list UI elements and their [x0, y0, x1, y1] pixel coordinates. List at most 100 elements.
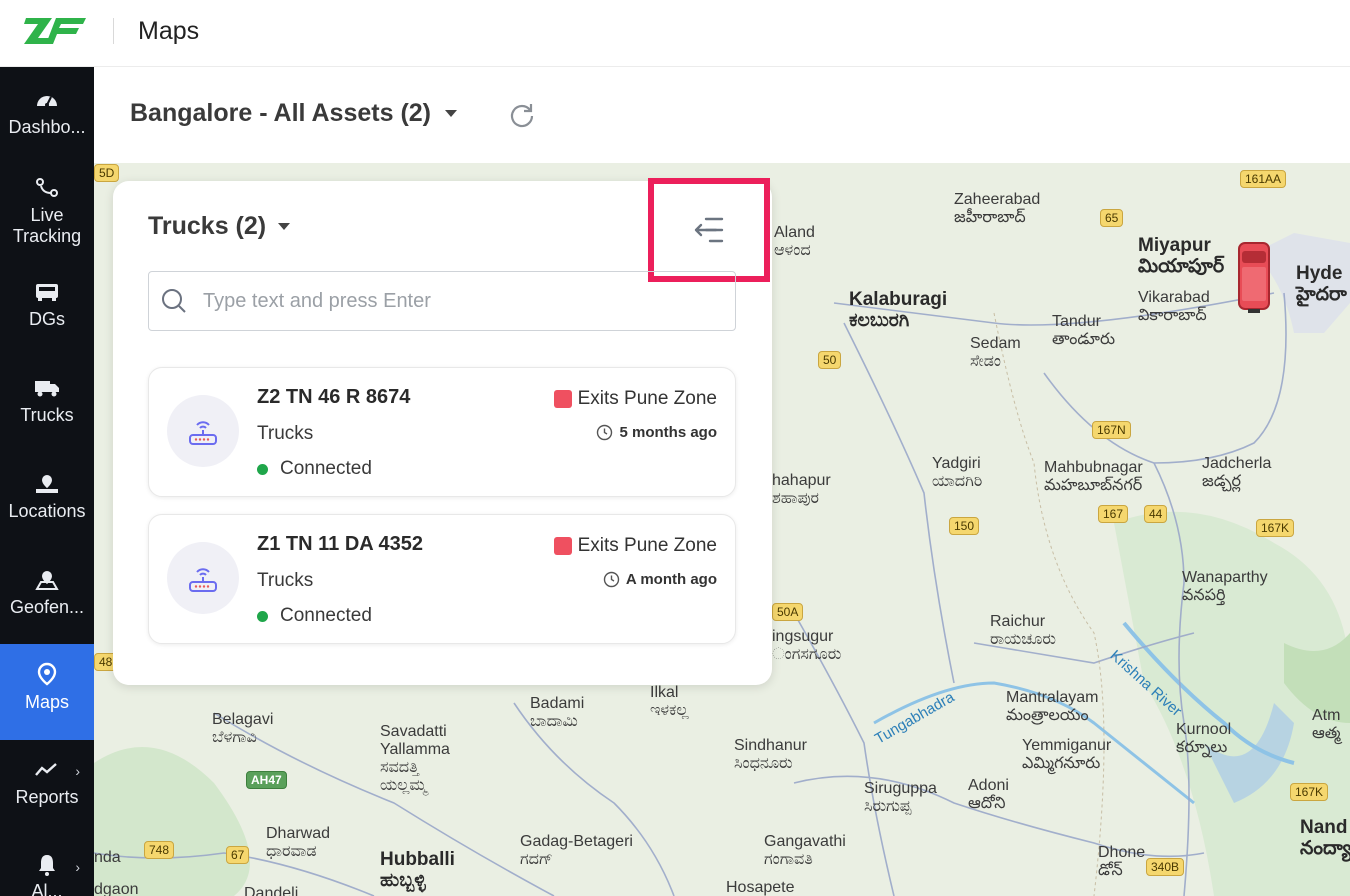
- status-label: Connected: [280, 458, 372, 479]
- map-label: Nand నంద్యా: [1300, 817, 1350, 859]
- sidebar-item-dashboard[interactable]: Dashbo...: [0, 87, 94, 163]
- map-label: Ilkal ಇಳಕಲ್ಲ: [650, 684, 689, 719]
- sidebar-item-trucks[interactable]: Trucks: [0, 375, 94, 445]
- map-label: Raichur ರಾಯಚೂರು: [990, 613, 1056, 648]
- map-label: Dandeli: [244, 885, 299, 896]
- highway-shield: 161AA: [1240, 170, 1287, 188]
- time-label: 5 months ago: [619, 424, 717, 441]
- sidebar-item-label: Live Tracking: [12, 205, 82, 246]
- map-label: Sedam ಸೇಡಂ: [970, 335, 1021, 370]
- event-label: Exits Pune Zone: [577, 535, 717, 556]
- geofence-exit-icon: [553, 537, 572, 555]
- map-label: Belagavi ಬೆಳಗಾವಿ: [212, 711, 274, 746]
- asset-type: Trucks: [257, 423, 314, 444]
- map-label: Hubballi ಹುಬ್ಬಳ್ಳಿ: [380, 849, 455, 891]
- router-icon: [189, 421, 217, 445]
- status-dot-icon: [257, 610, 268, 622]
- device-avatar: [167, 542, 239, 614]
- sidebar-item-label: Al...: [31, 881, 63, 896]
- refresh-icon[interactable]: [508, 101, 536, 129]
- sidebar-item-dgs[interactable]: DGs: [0, 279, 94, 349]
- map-header: Bangalore - All Assets (2): [94, 67, 1350, 163]
- device-avatar: [167, 395, 239, 467]
- asset-card[interactable]: Z1 TN 11 DA 4352 Trucks Connected Exits …: [148, 514, 736, 644]
- asset-type-dropdown[interactable]: Trucks (2): [148, 212, 291, 241]
- map-label: ingsugur ಂಗಸಗೂರು: [772, 628, 842, 663]
- connection-status: Connected: [257, 458, 372, 480]
- search-input[interactable]: [203, 289, 723, 313]
- search-icon: [162, 289, 186, 313]
- search-box: [148, 271, 736, 331]
- sidebar-item-geofences[interactable]: Geofen...: [0, 567, 94, 637]
- sidebar-item-locations[interactable]: Locations: [0, 471, 94, 541]
- geofence-exit-icon: [553, 390, 572, 408]
- map-label: Gangavathi ಗಂಗಾವತಿ: [764, 833, 846, 868]
- sidebar: Dashbo... Live Tracking DGs Trucks Locat…: [0, 67, 94, 896]
- truck-icon: [34, 375, 60, 401]
- sidebar-item-label: Trucks: [20, 405, 74, 425]
- status-dot-icon: [257, 463, 268, 475]
- highway-shield: 50A: [772, 603, 804, 621]
- highway-shield: AH47: [246, 771, 287, 789]
- zf-logo[interactable]: [24, 14, 88, 48]
- highway-shield: 150: [949, 517, 980, 535]
- map-label: Badami ಬಾದಾಮಿ: [530, 695, 585, 730]
- sidebar-item-label: Dashbo...: [8, 117, 86, 137]
- map-label: hahapur ಶಹಾಪುರ: [772, 472, 831, 507]
- map-label: Mantralayam మంత్రాలయం: [1006, 689, 1099, 724]
- map-label: Savadatti Yallamma ಸವದತ್ತಿ ಯಲ್ಲಮ್ಮ: [380, 723, 450, 794]
- vehicle-number: Z1 TN 11 DA 4352: [257, 533, 424, 555]
- highway-shield: 167K: [1290, 783, 1329, 801]
- map-label: Vikarabad వికారాబాద్: [1138, 289, 1210, 324]
- map-label: Dharwad ಧಾರವಾಡ: [266, 825, 331, 860]
- app-title: Maps: [138, 17, 200, 45]
- sidebar-item-label: Locations: [8, 501, 86, 521]
- collapse-panel-button[interactable]: [648, 178, 770, 282]
- event-label: Exits Pune Zone: [577, 388, 717, 409]
- map-label: Siruguppa ಸಿರುಗುಪ್ಪ: [864, 780, 937, 815]
- truck-marker-icon[interactable]: [1236, 239, 1272, 315]
- map-label: Zaheerabad జహీరాబాద్: [954, 191, 1041, 226]
- sidebar-item-maps[interactable]: Maps: [0, 644, 94, 740]
- sidebar-item-live-tracking[interactable]: Live Tracking: [0, 175, 94, 265]
- time-label: A month ago: [625, 571, 717, 588]
- highway-shield: 167: [1098, 505, 1129, 523]
- sidebar-item-reports[interactable]: › Reports: [0, 757, 94, 827]
- map-label: Yadgiri ಯಾದಗಿರಿ: [932, 455, 983, 490]
- chevron-right-icon: ›: [75, 859, 80, 875]
- highway-shield: 167K: [1256, 519, 1295, 537]
- map-label: Dhone డోన్: [1098, 844, 1146, 879]
- highway-shield: 44: [1144, 505, 1168, 523]
- clock-icon: [603, 571, 620, 588]
- map-label: Mahbubnagar మహబూబ్‌నగర్: [1044, 459, 1143, 494]
- map-label: nda: [94, 849, 121, 866]
- sidebar-item-alerts[interactable]: › Al...: [0, 853, 94, 896]
- highway-shield: 67: [226, 846, 250, 864]
- location-icon: [34, 471, 60, 497]
- map-label: Adoni ఆదోని: [968, 777, 1009, 812]
- geofence-icon: [34, 567, 60, 593]
- vehicle-number: Z2 TN 46 R 8674: [257, 386, 411, 408]
- sidebar-item-label: Geofen...: [9, 597, 85, 617]
- highway-shield: 65: [1100, 209, 1124, 227]
- asset-card[interactable]: Z2 TN 46 R 8674 Trucks Connected Exits P…: [148, 367, 736, 497]
- map-label: Aland ಆಳಂದ: [774, 224, 815, 259]
- map-label: Sindhanur ಸಿಂಧನೂರು: [734, 737, 807, 772]
- asset-group-dropdown[interactable]: Bangalore - All Assets (2): [130, 99, 458, 128]
- last-updated: 5 months ago: [596, 424, 717, 441]
- clock-icon: [597, 424, 613, 441]
- connection-status: Connected: [257, 605, 372, 627]
- sidebar-item-label: DGs: [29, 309, 65, 329]
- sidebar-item-label: Reports: [15, 787, 79, 807]
- dashboard-icon: [34, 87, 60, 113]
- asset-list-panel: Trucks (2) Z2 TN 46 R 8674 Trucks: [113, 178, 772, 685]
- map-label: dgaon: [94, 881, 139, 896]
- highway-shield: 748: [144, 841, 175, 859]
- highway-shield: 167N: [1092, 421, 1131, 439]
- map-label: Yemmiganur ఎమ్మిగనూరు: [1022, 737, 1112, 772]
- map-label: Kurnool కర్నూలు: [1176, 721, 1232, 756]
- map-pin-icon: [34, 662, 60, 688]
- generator-icon: [34, 279, 60, 305]
- map-label: Miyapur మియాపూర్: [1138, 235, 1225, 277]
- router-icon: [189, 568, 217, 592]
